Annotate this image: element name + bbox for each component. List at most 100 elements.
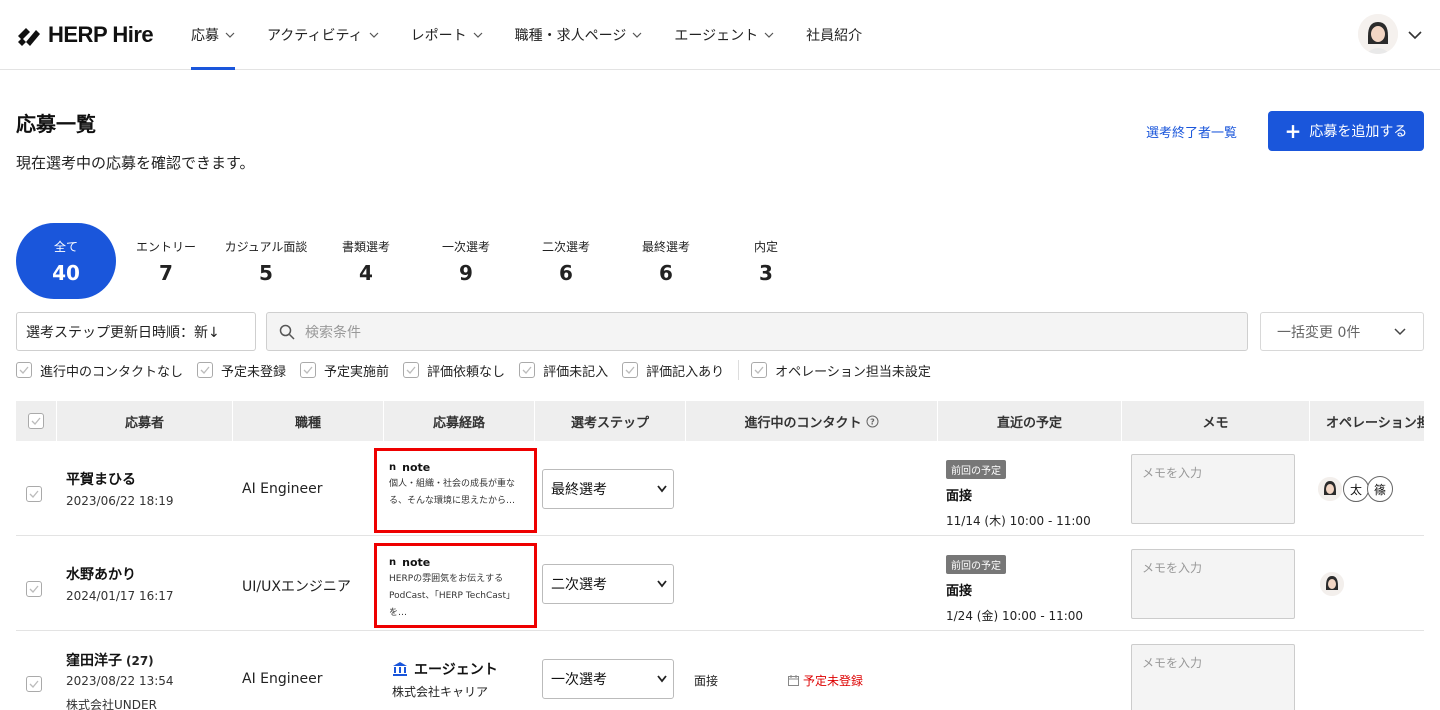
nav-item-activity[interactable]: アクティビティ bbox=[267, 0, 379, 70]
step-count: 3 bbox=[759, 260, 773, 285]
step-tab-casual[interactable]: カジュアル面談 5 bbox=[216, 223, 316, 299]
filter-before-schedule[interactable]: 予定実施前 bbox=[300, 361, 389, 380]
step-select[interactable]: 最終選考 bbox=[542, 469, 674, 509]
filter-label: 評価記入あり bbox=[646, 364, 725, 380]
step-tab-second[interactable]: 二次選考 6 bbox=[516, 223, 616, 299]
table-row[interactable]: 窪田洋子 (27) 2023/08/22 13:54 株式会社UNDER AI … bbox=[16, 631, 1424, 710]
route-cell[interactable]: エージェント 株式会社キャリア bbox=[392, 659, 498, 700]
applicant-name[interactable]: 窪田洋子 bbox=[66, 650, 122, 670]
step-tab-final[interactable]: 最終選考 6 bbox=[616, 223, 716, 299]
quick-filters: 進行中のコンタクトなし 予定未登録 予定実施前 評価依頼なし 評価未記入 評価記… bbox=[16, 360, 945, 380]
column-header[interactable]: 応募経路 bbox=[384, 401, 535, 441]
checkbox[interactable] bbox=[16, 362, 32, 378]
check-icon bbox=[29, 680, 39, 688]
checkbox[interactable] bbox=[519, 362, 536, 378]
step-tab-entry[interactable]: エントリー 7 bbox=[116, 223, 216, 299]
bulk-change-select[interactable]: 一括変更 0件 bbox=[1260, 312, 1424, 351]
user-avatar[interactable] bbox=[1358, 14, 1398, 54]
check-icon bbox=[200, 366, 210, 374]
route-card[interactable]: n note 個人・組織・社会の成長が重なる、そんな環境に思えたから… bbox=[374, 448, 537, 533]
checkbox[interactable] bbox=[403, 362, 420, 378]
operator-avatar-icon bbox=[1320, 572, 1344, 596]
step-count: 6 bbox=[659, 260, 673, 285]
nav-item-report[interactable]: レポート bbox=[411, 0, 483, 70]
step-select[interactable]: 一次選考 bbox=[542, 659, 674, 699]
step-label: エントリー bbox=[135, 239, 196, 254]
route-source-label: note bbox=[402, 461, 431, 474]
step-tabs: 全て 40 エントリー 7 カジュアル面談 5 書類選考 4 一次選考 9 二次… bbox=[16, 223, 816, 299]
check-icon bbox=[522, 366, 532, 374]
filter-no-operator[interactable]: オペレーション担当未設定 bbox=[751, 361, 931, 380]
step-tab-document[interactable]: 書類選考 4 bbox=[316, 223, 416, 299]
applicant-name[interactable]: 水野あかり bbox=[66, 564, 136, 584]
filter-label: オペレーション担当未設定 bbox=[775, 364, 931, 380]
step-label: 最終選考 bbox=[641, 239, 690, 254]
step-tab-offer[interactable]: 内定 3 bbox=[716, 223, 816, 299]
column-header[interactable]: メモ bbox=[1122, 401, 1310, 441]
filter-no-contact[interactable]: 進行中のコンタクトなし bbox=[16, 361, 183, 380]
memo-input[interactable]: メモを入力 bbox=[1131, 644, 1295, 710]
help-icon[interactable]: ? bbox=[866, 415, 879, 428]
route-card[interactable]: n note HERPの雰囲気をお伝えするPodCast、「HERP TechC… bbox=[374, 543, 537, 628]
chevron-down-icon bbox=[369, 32, 379, 38]
step-count: 9 bbox=[459, 260, 473, 285]
applicant-name[interactable]: 平賀まひる bbox=[66, 469, 136, 489]
check-icon bbox=[29, 585, 39, 593]
app-logo[interactable]: HERP Hire bbox=[16, 22, 154, 48]
chevron-down-icon bbox=[657, 580, 667, 588]
job-title: AI Engineer bbox=[242, 481, 323, 497]
column-header[interactable]: 直近の予定 bbox=[938, 401, 1122, 441]
step-select[interactable]: 二次選考 bbox=[542, 564, 674, 604]
checkbox[interactable] bbox=[197, 362, 214, 378]
table-row[interactable]: 水野あかり 2024/01/17 16:17 UI/UXエンジニア n note… bbox=[16, 536, 1424, 631]
contact-type: 面接 bbox=[694, 674, 719, 688]
route-source-label: エージェント bbox=[414, 662, 498, 678]
filter-label: 予定実施前 bbox=[324, 364, 390, 380]
nav-item-applications[interactable]: 応募 bbox=[191, 0, 235, 70]
nav-item-jobs[interactable]: 職種・求人ページ bbox=[515, 0, 643, 70]
select-all-checkbox[interactable] bbox=[28, 413, 44, 429]
chevron-down-icon[interactable] bbox=[1408, 30, 1422, 40]
checkbox[interactable] bbox=[751, 362, 768, 378]
nav-item-referral[interactable]: 社員紹介 bbox=[806, 0, 862, 70]
sort-select[interactable]: 選考ステップ更新日時順：新↓ bbox=[16, 312, 256, 351]
row-checkbox[interactable] bbox=[26, 676, 42, 692]
nav-item-label: 職種・求人ページ bbox=[514, 28, 627, 44]
applied-date: 2023/06/22 18:19 bbox=[66, 494, 174, 508]
filter-no-eval-request[interactable]: 評価依頼なし bbox=[403, 361, 505, 380]
column-header[interactable]: 職種 bbox=[233, 401, 384, 441]
memo-input[interactable]: メモを入力 bbox=[1131, 454, 1295, 524]
user-avatar-icon bbox=[1358, 14, 1398, 54]
chevron-down-icon bbox=[657, 485, 667, 493]
chevron-down-icon bbox=[225, 32, 235, 38]
search-input[interactable]: 検索条件 bbox=[266, 312, 1248, 351]
step-label: 全て bbox=[53, 239, 78, 254]
operator-avatar[interactable] bbox=[1320, 572, 1344, 596]
column-header[interactable]: オペレーション担当 bbox=[1310, 401, 1424, 441]
step-tab-all[interactable]: 全て 40 bbox=[16, 223, 116, 299]
row-checkbox[interactable] bbox=[26, 581, 42, 597]
nav-item-agent[interactable]: エージェント bbox=[674, 0, 774, 70]
operator-chip[interactable]: 篠 bbox=[1367, 476, 1393, 502]
ended-applicants-link[interactable]: 選考終了者一覧 bbox=[1146, 122, 1237, 141]
checkbox[interactable] bbox=[300, 362, 317, 378]
filter-eval-empty[interactable]: 評価未記入 bbox=[519, 361, 608, 380]
filter-no-schedule[interactable]: 予定未登録 bbox=[197, 361, 286, 380]
memo-input[interactable]: メモを入力 bbox=[1131, 549, 1295, 619]
filter-eval-filled[interactable]: 評価記入あり bbox=[622, 361, 724, 380]
operator-avatar[interactable] bbox=[1318, 477, 1342, 501]
column-header-contact[interactable]: 進行中のコンタクト ? bbox=[686, 401, 938, 441]
svg-text:?: ? bbox=[870, 417, 875, 426]
route-source: エージェント bbox=[392, 659, 498, 679]
column-header[interactable]: 応募者 bbox=[57, 401, 233, 441]
contact-status[interactable]: 予定未登録 bbox=[788, 672, 863, 689]
step-tab-first[interactable]: 一次選考 9 bbox=[416, 223, 516, 299]
add-application-button[interactable]: + 応募を追加する bbox=[1268, 111, 1424, 151]
search-icon bbox=[279, 324, 295, 340]
checkbox[interactable] bbox=[622, 362, 639, 378]
operator-chip[interactable]: 太 bbox=[1343, 476, 1369, 502]
route-source: n note bbox=[389, 556, 522, 569]
row-checkbox[interactable] bbox=[26, 486, 42, 502]
table-row[interactable]: 平賀まひる 2023/06/22 18:19 AI Engineer n not… bbox=[16, 441, 1424, 536]
column-header[interactable]: 選考ステップ bbox=[535, 401, 686, 441]
